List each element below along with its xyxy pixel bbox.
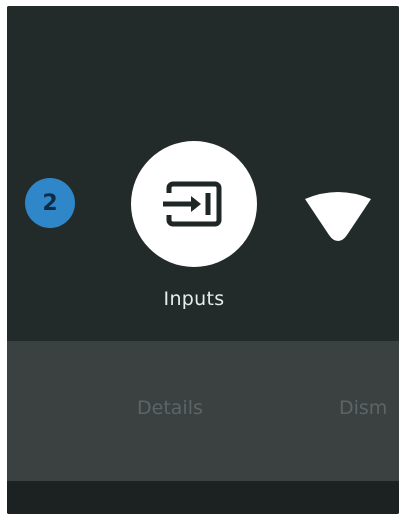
notification-actions: Details Dism — [7, 341, 399, 481]
quick-settings-row: 2 Inputs — [7, 6, 399, 341]
inputs-label: Inputs — [163, 288, 225, 310]
inputs-button[interactable] — [131, 141, 257, 267]
tv-panel: 2 Inputs Details Dism — [7, 6, 399, 514]
notification-count: 2 — [42, 190, 58, 216]
footer-strip — [7, 481, 399, 514]
notification-badge[interactable]: 2 — [25, 178, 75, 228]
input-source-icon — [161, 181, 222, 227]
details-button[interactable]: Details — [137, 397, 203, 419]
dismiss-button[interactable]: Dism — [339, 397, 387, 419]
wifi-icon[interactable] — [303, 189, 373, 241]
